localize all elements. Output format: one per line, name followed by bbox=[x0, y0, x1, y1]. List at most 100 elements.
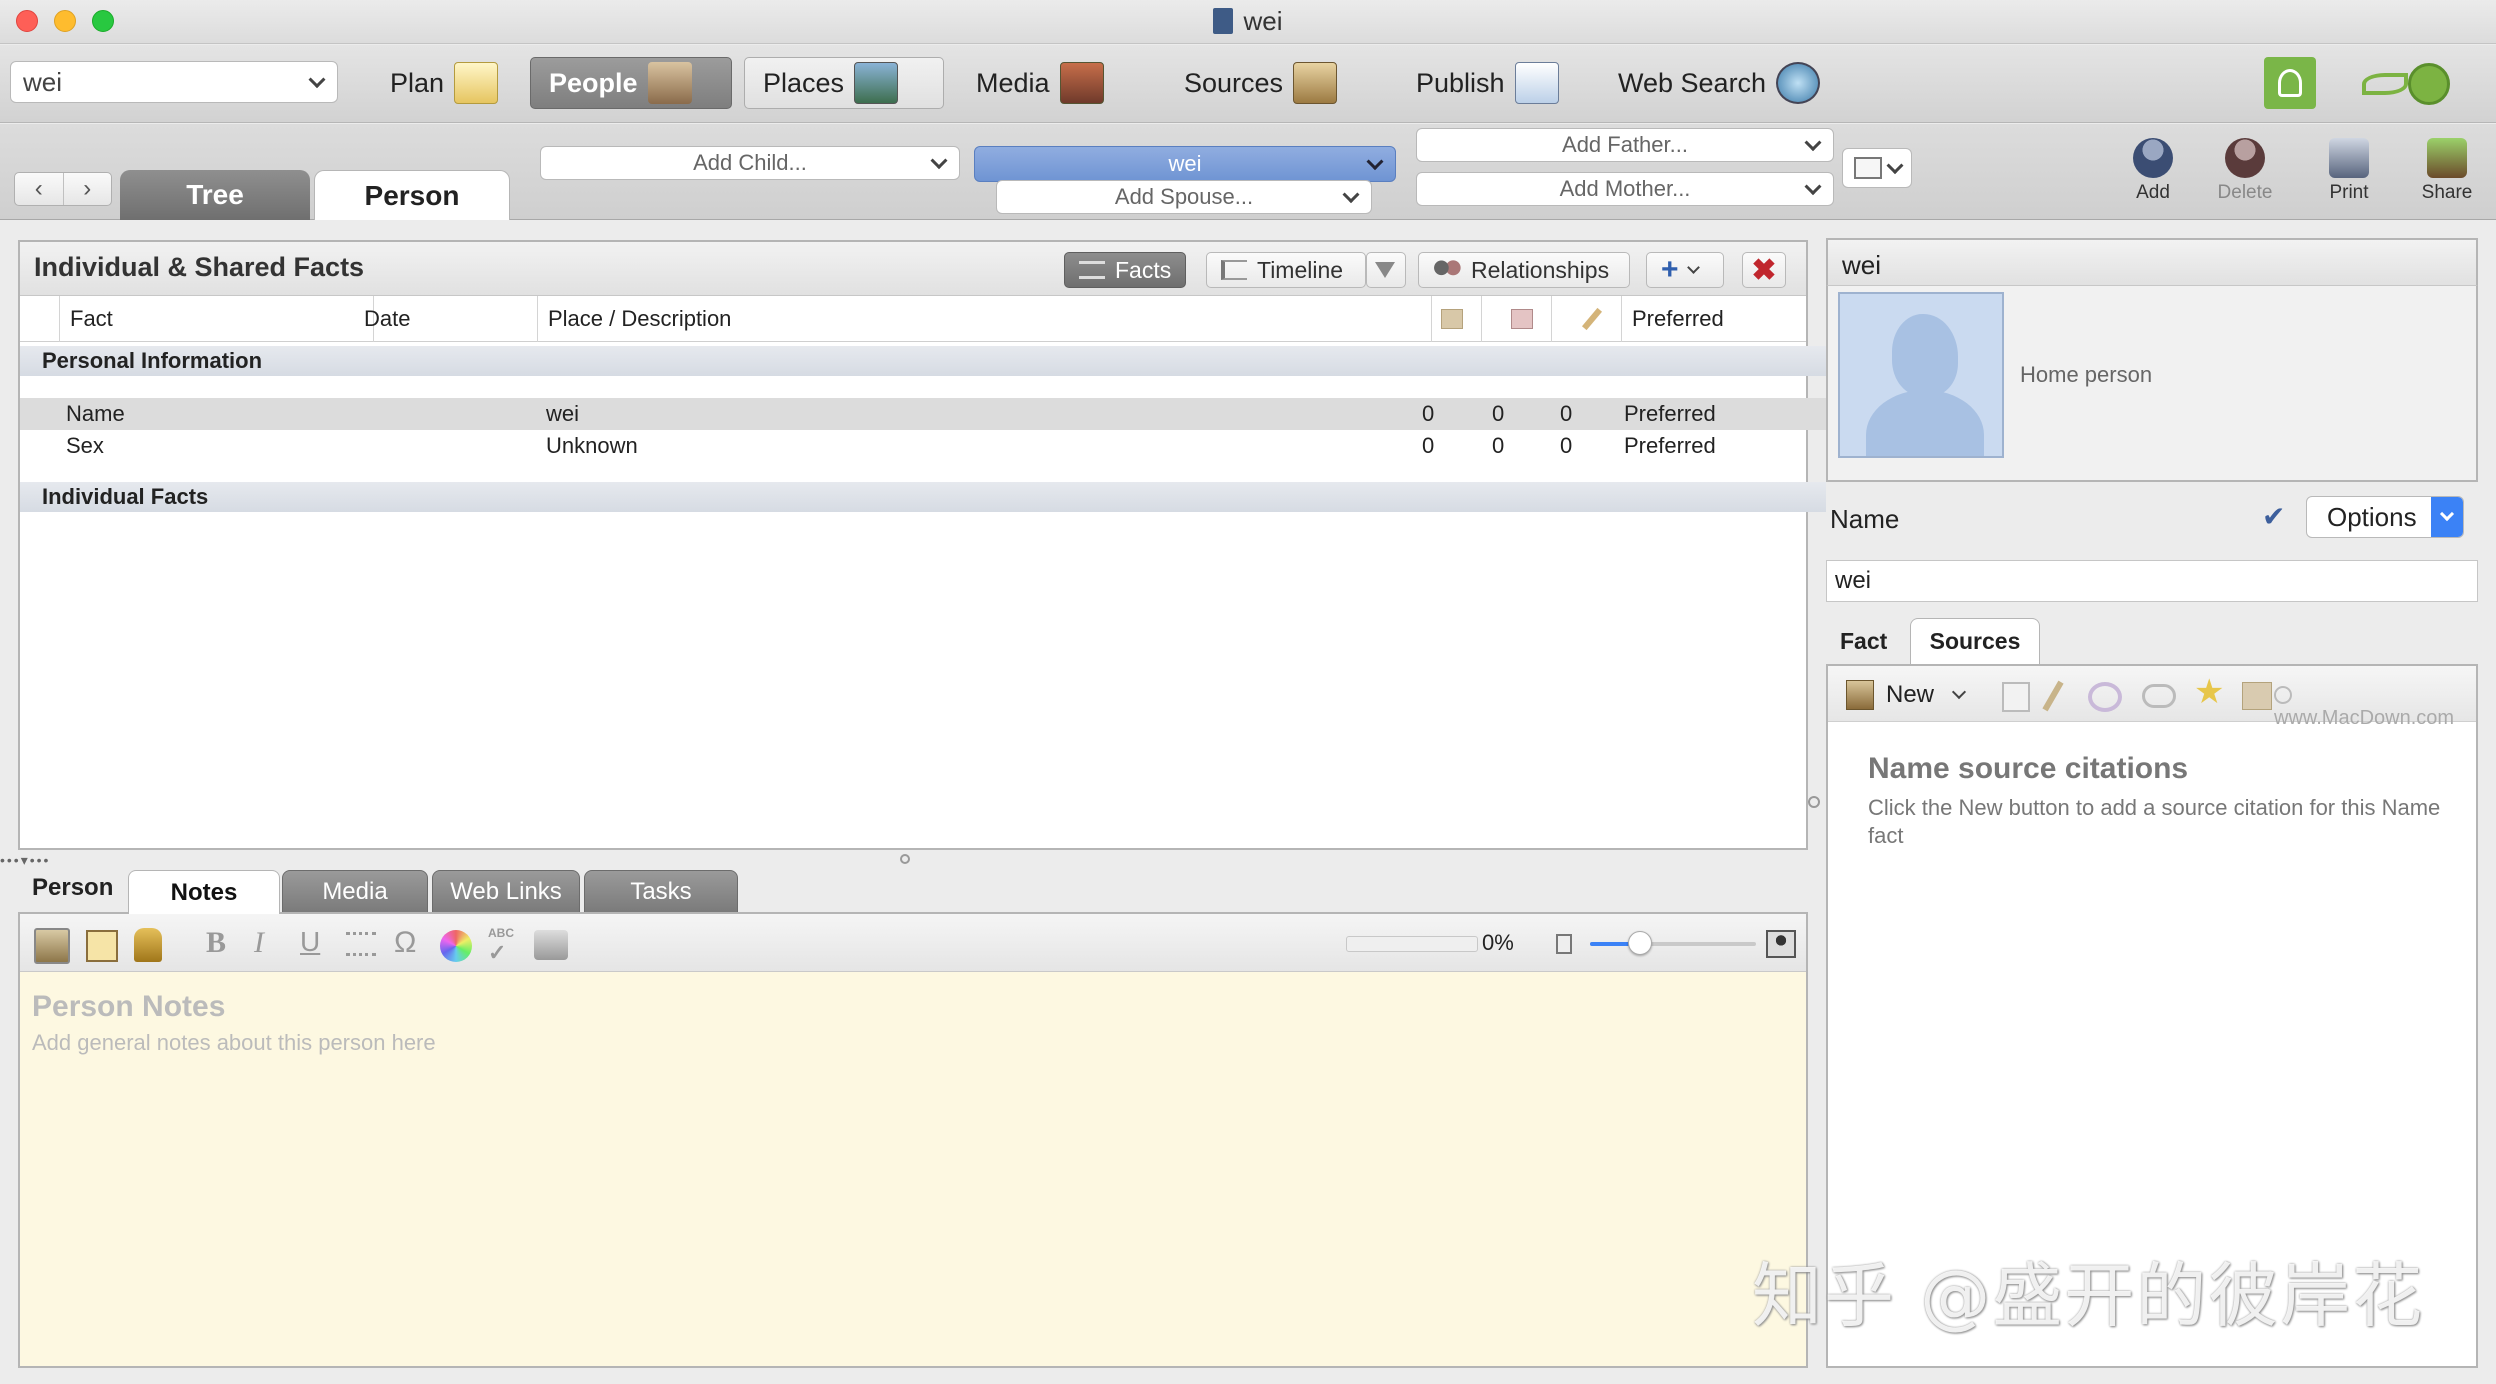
split-drag-dot[interactable] bbox=[900, 854, 910, 864]
citations-empty-title: Name source citations bbox=[1868, 752, 2189, 785]
group-personal-information[interactable]: Personal Information bbox=[20, 346, 1826, 376]
lock-icon[interactable] bbox=[134, 928, 162, 962]
options-chevron-icon bbox=[2431, 497, 2463, 537]
tab-fact[interactable]: Fact bbox=[1840, 628, 1887, 655]
person-notes-toggle-icon[interactable] bbox=[34, 928, 70, 964]
leaf-shape bbox=[2362, 73, 2408, 95]
window-title-text: wei bbox=[1243, 6, 1283, 36]
add-person-button[interactable]: Add bbox=[2116, 138, 2190, 214]
add-father-select[interactable]: Add Father... bbox=[1416, 128, 1834, 162]
chevron-shape bbox=[2439, 506, 2455, 522]
web-search-button[interactable]: Web Search bbox=[1600, 57, 1838, 109]
add-child-label: Add Child... bbox=[693, 150, 807, 175]
familysearch-tree-icon[interactable] bbox=[2264, 57, 2316, 109]
main-toolbar: wei Plan People Places Media Sources Pub… bbox=[0, 45, 2496, 133]
group-individual-facts[interactable]: Individual Facts bbox=[20, 482, 1826, 512]
people-button[interactable]: People bbox=[530, 57, 732, 109]
omega-special-char-icon[interactable]: Ω bbox=[394, 926, 416, 960]
column-notes[interactable] bbox=[1552, 296, 1622, 342]
refresh-icon[interactable] bbox=[2088, 682, 2122, 712]
facts-panel-title: Individual & Shared Facts bbox=[34, 252, 365, 282]
share-button[interactable]: Share bbox=[2410, 138, 2484, 214]
person-navigation-bar: ‹ › Tree Person Add Child... wei Add Spo… bbox=[0, 124, 2496, 220]
tab-sources[interactable]: Sources bbox=[1910, 618, 2040, 664]
tab-media[interactable]: Media bbox=[282, 870, 428, 914]
pencil-icon bbox=[1581, 307, 1602, 331]
add-mother-label: Add Mother... bbox=[1559, 176, 1691, 201]
color-wheel-icon[interactable] bbox=[440, 930, 472, 962]
options-popup-button[interactable]: Options bbox=[2306, 496, 2464, 538]
copy-icon[interactable] bbox=[2002, 682, 2030, 712]
chevron-down-icon bbox=[1342, 186, 1360, 204]
sources-scroll-icon bbox=[1440, 309, 1463, 329]
print-button[interactable]: Print bbox=[2312, 138, 2386, 214]
title-bar: wei bbox=[0, 0, 2496, 44]
people-portrait-icon bbox=[647, 62, 692, 104]
add-child-select[interactable]: Add Child... bbox=[540, 146, 960, 180]
plan-button[interactable]: Plan bbox=[372, 57, 516, 109]
spellcheck-icon[interactable]: ABC ✓ bbox=[488, 926, 514, 966]
column-place[interactable]: Place / Description bbox=[538, 296, 1432, 342]
fact-row-name[interactable]: Name wei 0 0 0 Preferred bbox=[20, 398, 1826, 430]
places-map-icon bbox=[854, 62, 899, 104]
current-person-select[interactable]: wei bbox=[974, 146, 1396, 182]
name-input[interactable]: wei bbox=[1826, 560, 2478, 602]
column-fact[interactable]: Fact bbox=[60, 296, 374, 342]
tab-person[interactable]: Person bbox=[314, 170, 510, 220]
add-spouse-select[interactable]: Add Spouse... bbox=[996, 180, 1372, 214]
person-silhouette-avatar[interactable] bbox=[1838, 292, 2004, 458]
family-view-select[interactable] bbox=[1842, 148, 1912, 188]
column-sources[interactable] bbox=[1412, 296, 1482, 342]
italic-icon[interactable]: I bbox=[254, 926, 264, 960]
column-preferred[interactable]: Preferred bbox=[1622, 296, 1806, 342]
tab-web-links[interactable]: Web Links bbox=[432, 870, 580, 914]
bold-icon[interactable]: B bbox=[206, 926, 226, 960]
ancestry-leaf-icon[interactable] bbox=[2356, 57, 2466, 109]
column-media[interactable] bbox=[1482, 296, 1552, 342]
source-scroll-icon[interactable] bbox=[2242, 682, 2272, 710]
sources-button[interactable]: Sources bbox=[1166, 57, 1355, 109]
tab-tree[interactable]: Tree bbox=[120, 170, 310, 220]
relationships-view-button[interactable]: Relationships bbox=[1418, 252, 1630, 288]
delete-fact-button[interactable]: ✖ bbox=[1742, 252, 1786, 288]
new-citation-icon bbox=[1846, 680, 1874, 710]
checkmark-icon[interactable]: ✔ bbox=[2262, 500, 2285, 533]
add-fact-button[interactable]: + bbox=[1646, 252, 1724, 288]
split-handle[interactable]: •••▾••• bbox=[0, 852, 90, 868]
column-date[interactable]: Date bbox=[354, 296, 538, 342]
media-button[interactable]: Media bbox=[958, 57, 1122, 109]
research-notes-icon[interactable] bbox=[86, 930, 118, 962]
add-mother-select[interactable]: Add Mother... bbox=[1416, 172, 1834, 206]
fact-row-sex[interactable]: Sex Unknown 0 0 0 Preferred bbox=[20, 430, 1826, 462]
vertical-split-dot[interactable] bbox=[1808, 796, 1820, 808]
zoom-slider[interactable] bbox=[1590, 931, 1756, 955]
people-label: People bbox=[549, 67, 638, 98]
notes-title-placeholder[interactable]: Person Notes bbox=[32, 990, 225, 1024]
bullet-list-icon[interactable] bbox=[346, 932, 376, 956]
tree-select[interactable]: wei bbox=[10, 61, 338, 103]
filter-button[interactable] bbox=[1366, 252, 1406, 288]
forward-arrow-icon[interactable]: › bbox=[64, 173, 112, 205]
back-arrow-icon[interactable]: ‹ bbox=[15, 173, 64, 205]
facts-panel: Individual & Shared Facts Facts Timeline… bbox=[18, 240, 1826, 850]
tree-shape bbox=[2278, 69, 2302, 97]
publish-button[interactable]: Publish bbox=[1398, 57, 1577, 109]
web-search-label: Web Search bbox=[1618, 67, 1767, 98]
timeline-view-label: Timeline bbox=[1257, 256, 1344, 283]
timeline-view-button[interactable]: Timeline bbox=[1206, 252, 1366, 288]
delete-person-button[interactable]: Delete bbox=[2208, 138, 2282, 214]
places-button[interactable]: Places bbox=[744, 57, 944, 109]
facts-view-button[interactable]: Facts bbox=[1064, 252, 1187, 288]
star-icon[interactable]: ★ bbox=[2194, 672, 2224, 712]
printer-icon bbox=[2329, 138, 2369, 178]
print-notes-icon[interactable] bbox=[534, 930, 568, 960]
person-photo-area: Home person bbox=[1826, 286, 2478, 482]
delete-label: Delete bbox=[2217, 182, 2273, 203]
new-citation-button[interactable]: New bbox=[1846, 680, 1967, 710]
zoom-slider-knob[interactable] bbox=[1627, 931, 1652, 955]
underline-icon[interactable]: U bbox=[300, 926, 320, 958]
plus-icon: + bbox=[1661, 253, 1679, 286]
link-icon[interactable] bbox=[2142, 684, 2176, 708]
tab-notes[interactable]: Notes bbox=[128, 870, 280, 914]
tab-tasks[interactable]: Tasks bbox=[584, 870, 738, 914]
